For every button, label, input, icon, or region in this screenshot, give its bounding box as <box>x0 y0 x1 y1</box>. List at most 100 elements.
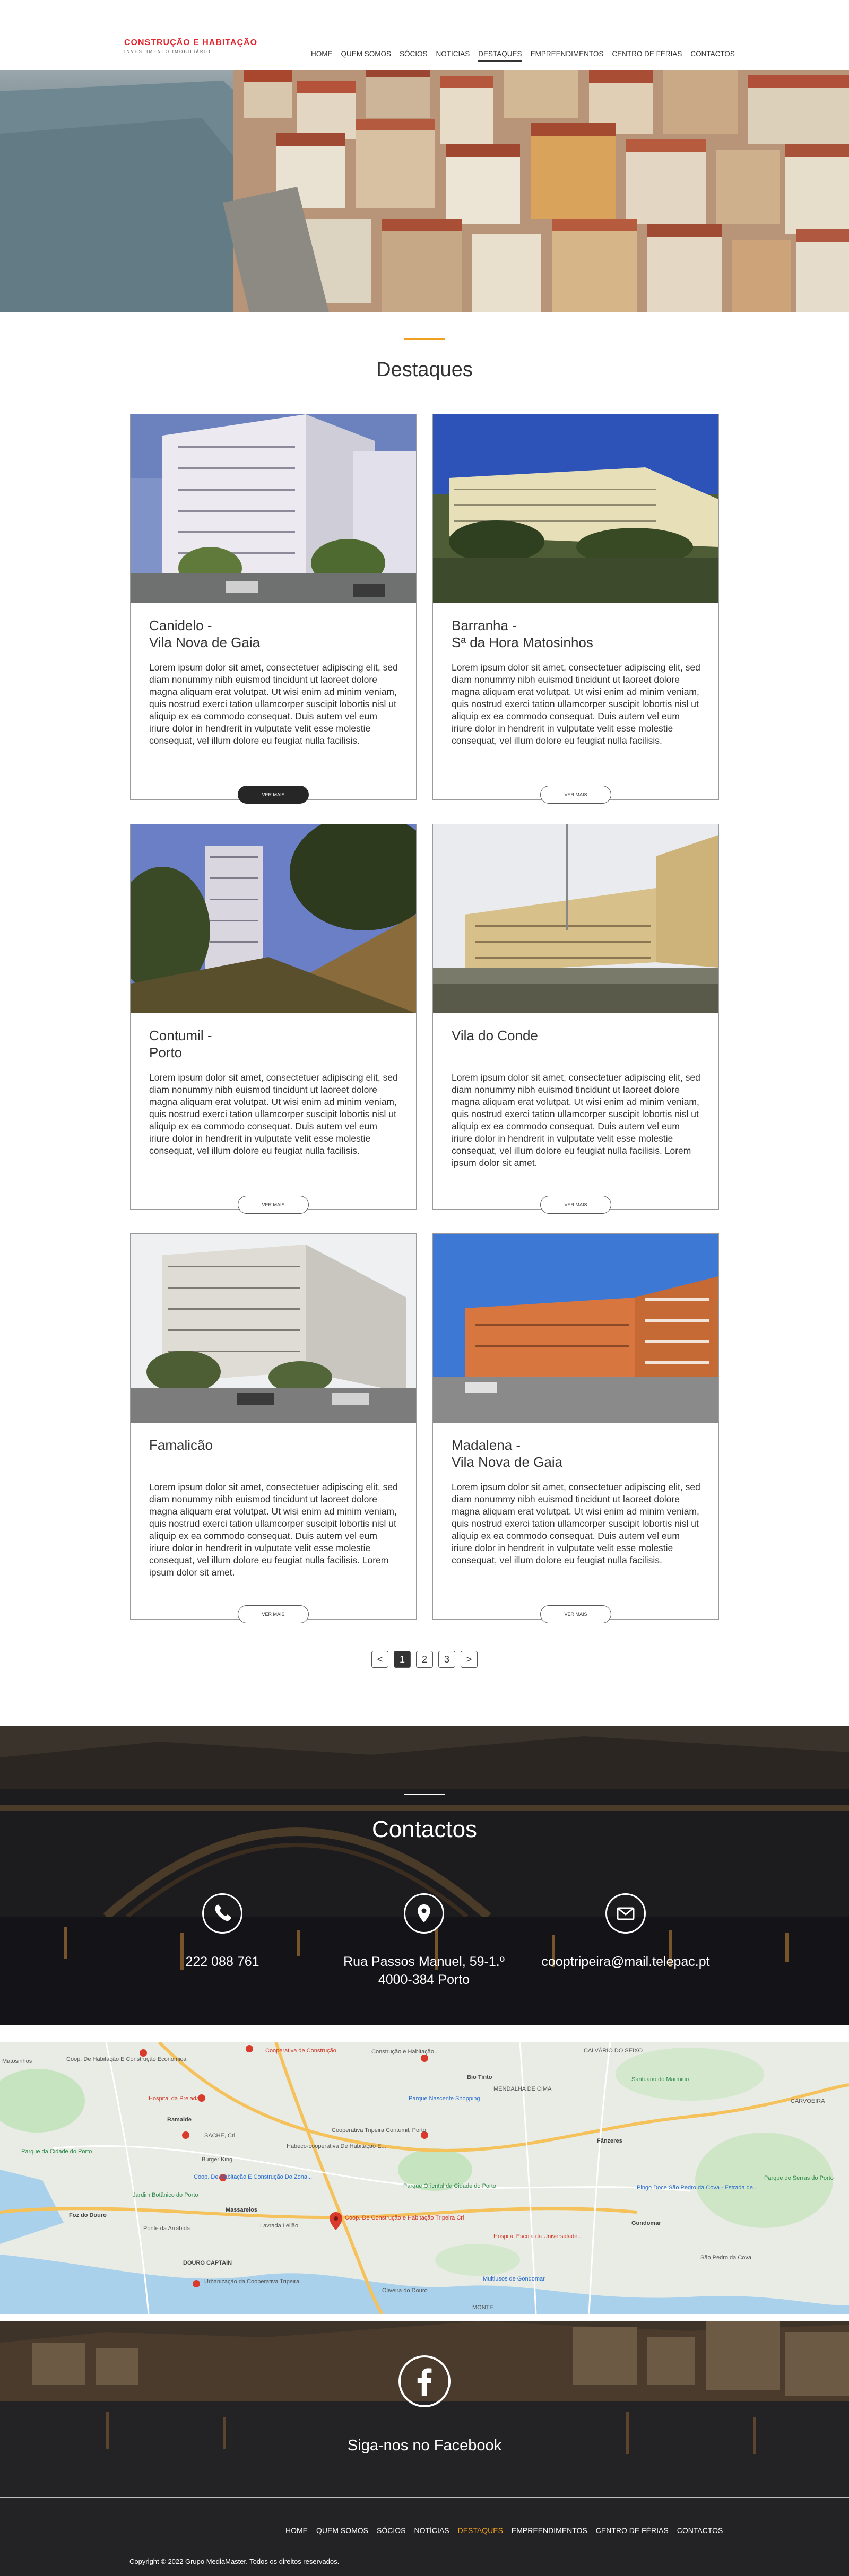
contacts-accent-line <box>404 1794 445 1795</box>
map-label: Coop. De Habitação E Construção Economic… <box>66 2056 187 2062</box>
map-label: Fânzeres <box>597 2138 622 2144</box>
nav-centro-ferias[interactable]: CENTRO DE FÉRIAS <box>608 48 686 60</box>
map-label: Multiusos de Gondomar <box>483 2276 545 2282</box>
map-label: Parque da Cidade do Porto <box>21 2148 92 2155</box>
map-label: MONTE <box>472 2304 493 2311</box>
map-label: Ramalde <box>167 2117 192 2123</box>
footer-nav-destaques[interactable]: DESTAQUES <box>454 2526 507 2535</box>
map-label: Jardim Botânico do Porto <box>133 2192 198 2198</box>
footer-nav: HOME QUEM SOMOS SÓCIOS NOTÍCIAS DESTAQUE… <box>281 2526 727 2535</box>
ver-mais-button[interactable]: VER MAIS <box>540 786 611 804</box>
card-title: Madalena - Vila Nova de Gaia <box>452 1437 563 1470</box>
map-label: Parque de Serras do Porto <box>764 2175 834 2181</box>
pagination-page-2[interactable]: 2 <box>416 1651 433 1668</box>
main-nav: HOME QUEM SOMOS SÓCIOS NOTÍCIAS DESTAQUE… <box>307 48 739 62</box>
map-label: CARVOEIRA <box>791 2098 825 2104</box>
facebook-button[interactable] <box>398 2355 451 2407</box>
email-icon <box>605 1893 646 1934</box>
map-canvas <box>0 2042 849 2314</box>
map-label: Burger King <box>202 2156 233 2163</box>
map-label: Foz do Douro <box>69 2212 107 2218</box>
ver-mais-button[interactable]: VER MAIS <box>540 1605 611 1623</box>
map-label: São Pedro da Cova <box>700 2255 752 2261</box>
logo-title: CONSTRUÇÃO E HABITAÇÃO <box>124 38 258 47</box>
footer-nav-empreendimentos[interactable]: EMPREENDIMENTOS <box>507 2526 592 2535</box>
pagination: < 1 2 3 > <box>371 1651 478 1668</box>
card-text: Lorem ipsum dolor sit amet, consectetuer… <box>452 662 700 746</box>
card-image <box>433 414 718 603</box>
card-title: Barranha - Sª da Hora Matosinhos <box>452 617 593 650</box>
highlight-card: Barranha - Sª da Hora Matosinhos Lorem i… <box>432 414 719 804</box>
facebook-icon <box>417 2368 432 2396</box>
ver-mais-button[interactable]: VER MAIS <box>238 1605 309 1623</box>
section-accent-line <box>404 338 445 340</box>
contact-phone[interactable]: 222 088 761 <box>111 1953 334 1971</box>
map-label: Coop. De Construção e Habitação Tripeira… <box>345 2215 464 2221</box>
location-pin-icon <box>404 1893 444 1934</box>
site-header: CONSTRUÇÃO E HABITAÇÃO INVESTIMENTO IMOB… <box>0 0 849 70</box>
highlight-card: Madalena - Vila Nova de Gaia Lorem ipsum… <box>432 1233 719 1623</box>
footer-nav-noticias[interactable]: NOTÍCIAS <box>410 2526 453 2535</box>
highlight-card: Famalicão Lorem ipsum dolor sit amet, co… <box>130 1233 417 1623</box>
map-label: Massarelos <box>226 2207 257 2213</box>
map-label: Cooperativa de Construção <box>265 2048 336 2054</box>
footer-nav-quem-somos[interactable]: QUEM SOMOS <box>312 2526 372 2535</box>
map-label: Matosinhos <box>2 2058 32 2065</box>
location-map[interactable]: Coop. De Habitação E Construção Economic… <box>0 2042 849 2314</box>
map-label: Cooperativa Tripeira Contumil, Porto <box>332 2127 426 2134</box>
card-title: Vila do Conde <box>452 1028 538 1043</box>
map-label: Gondomar <box>631 2220 661 2226</box>
nav-quem-somos[interactable]: QUEM SOMOS <box>337 48 396 60</box>
map-label: Coop. De Habitação E Construção Do Zona.… <box>194 2174 313 2180</box>
map-label: Lavrada Leilão <box>260 2223 299 2229</box>
nav-home[interactable]: HOME <box>307 48 337 60</box>
nav-socios[interactable]: SÓCIOS <box>395 48 432 60</box>
nav-contactos[interactable]: CONTACTOS <box>686 48 739 60</box>
highlight-card: Vila do Conde Lorem ipsum dolor sit amet… <box>432 824 719 1214</box>
section-title: Destaques <box>376 359 473 381</box>
card-image <box>433 1234 718 1423</box>
pagination-page-1[interactable]: 1 <box>394 1651 411 1668</box>
card-text: Lorem ipsum dolor sit amet, consectetuer… <box>452 1482 700 1565</box>
highlight-card: Contumil - Porto Lorem ipsum dolor sit a… <box>130 824 417 1214</box>
footer-nav-socios[interactable]: SÓCIOS <box>372 2526 410 2535</box>
card-text: Lorem ipsum dolor sit amet, consectetuer… <box>149 1072 398 1156</box>
logo-tagline: INVESTIMENTO IMOBILIÁRIO <box>124 49 211 54</box>
footer-nav-centro-ferias[interactable]: CENTRO DE FÉRIAS <box>592 2526 673 2535</box>
footer-nav-contactos[interactable]: CONTACTOS <box>673 2526 727 2535</box>
pagination-next-button[interactable]: > <box>461 1651 478 1668</box>
map-label: Santuário do Marmino <box>631 2076 689 2083</box>
contacts-title: Contactos <box>371 1816 478 1842</box>
card-title: Canidelo - Vila Nova de Gaia <box>149 617 261 650</box>
pagination-prev-button[interactable]: < <box>371 1651 388 1668</box>
pagination-page-3[interactable]: 3 <box>438 1651 455 1668</box>
contact-email[interactable]: cooptripeira@mail.telepac.pt <box>514 1953 737 1971</box>
map-label: MENDALHA DE CIMA <box>493 2086 552 2092</box>
map-label: Parque Oriental da Cidade do Porto <box>403 2183 496 2189</box>
nav-noticias[interactable]: NOTÍCIAS <box>432 48 474 60</box>
map-label: Hospital da Prelada <box>149 2095 200 2102</box>
map-label: Pingo Doce São Pedro da Cova - Estrada d… <box>637 2185 758 2191</box>
logo[interactable]: CONSTRUÇÃO E HABITAÇÃO INVESTIMENTO IMOB… <box>124 38 257 54</box>
ver-mais-button[interactable]: VER MAIS <box>540 1196 611 1214</box>
footer-nav-home[interactable]: HOME <box>281 2526 312 2535</box>
nav-empreendimentos[interactable]: EMPREENDIMENTOS <box>526 48 608 60</box>
ver-mais-button[interactable]: VER MAIS <box>238 786 309 804</box>
nav-destaques[interactable]: DESTAQUES <box>474 48 526 62</box>
map-label: SACHE, Crl. <box>204 2133 237 2139</box>
map-label: Urbanização da Cooperativa Tripeira <box>204 2278 300 2285</box>
copyright-text: Copyright © 2022 Grupo MediaMaster. Todo… <box>129 2557 340 2565</box>
map-label: Hospital Escola da Universidade... <box>493 2233 583 2240</box>
card-text: Lorem ipsum dolor sit amet, consectetuer… <box>149 662 398 746</box>
ver-mais-button[interactable]: VER MAIS <box>238 1196 309 1214</box>
map-label: Habeco-cooperativa De Habitação E... <box>287 2143 386 2149</box>
card-title: Contumil - Porto <box>149 1028 212 1060</box>
contact-address: Rua Passos Manuel, 59-1.º 4000-384 Porto <box>343 1954 505 1987</box>
hero-image <box>0 70 849 312</box>
contacts-section: Contactos 222 088 761 Rua Passos Manuel,… <box>0 1726 849 2025</box>
facebook-label[interactable]: Siga-nos no Facebook <box>0 2437 849 2455</box>
card-image <box>131 824 416 1013</box>
card-image <box>131 414 416 603</box>
footer-divider <box>0 2497 849 2498</box>
map-label: Bio Tinto <box>467 2074 492 2081</box>
